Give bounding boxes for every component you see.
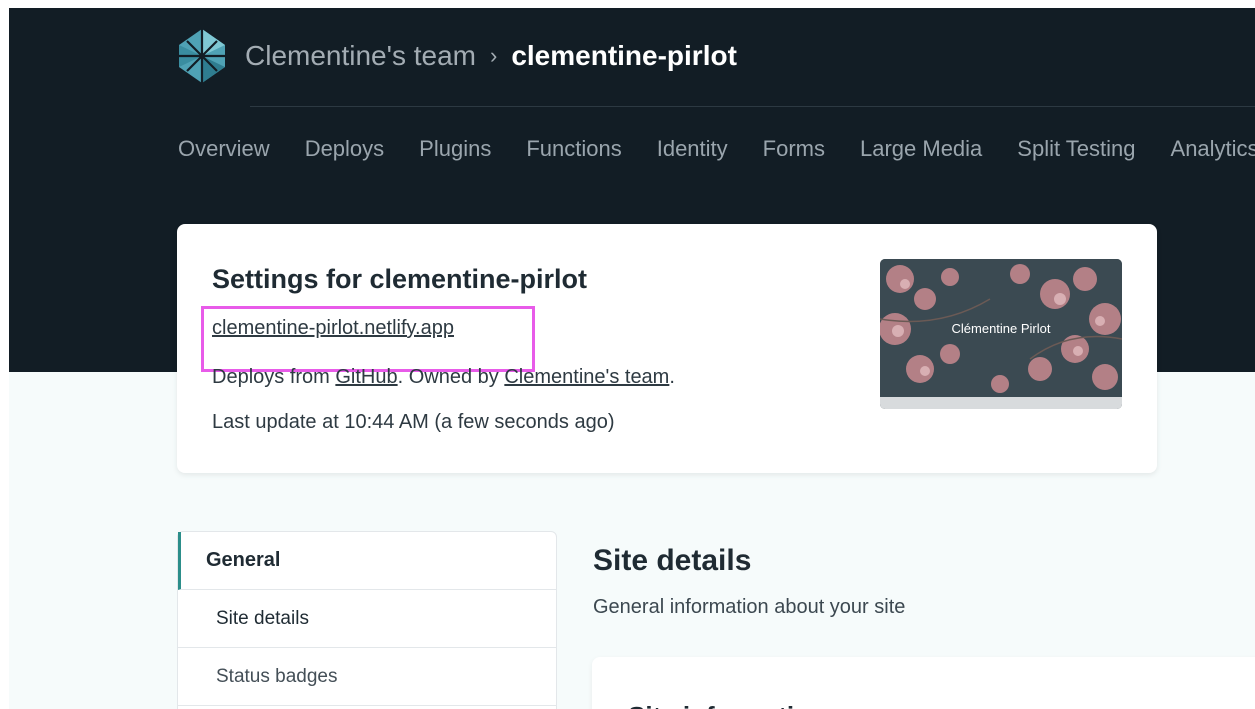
- tab-identity[interactable]: Identity: [657, 136, 728, 162]
- preview-caption: Clémentine Pirlot: [951, 320, 1051, 336]
- preview-bottom-bar: [880, 397, 1122, 409]
- owned-prefix: . Owned by: [397, 366, 505, 388]
- tab-analytics[interactable]: Analytics: [1171, 136, 1255, 162]
- github-link[interactable]: GitHub: [335, 366, 397, 388]
- owner-team-link[interactable]: Clementine's team: [504, 366, 669, 388]
- section-subtitle: General information about your site: [593, 596, 906, 618]
- tab-forms[interactable]: Forms: [763, 136, 825, 162]
- tab-deploys[interactable]: Deploys: [305, 136, 384, 162]
- site-preview-thumbnail[interactable]: Clémentine Pirlot: [880, 259, 1122, 409]
- tab-plugins[interactable]: Plugins: [419, 136, 491, 162]
- site-name-link[interactable]: clementine-pirlot: [511, 40, 737, 72]
- page-title: Settings for clementine-pirlot: [212, 264, 588, 294]
- site-information-title: Site information: [628, 701, 826, 709]
- breadcrumb: Clementine's team › clementine-pirlot: [177, 24, 737, 88]
- header-divider: [250, 106, 1255, 107]
- chevron-right-icon: ›: [490, 43, 498, 68]
- site-url-link[interactable]: clementine-pirlot.netlify.app: [212, 317, 454, 340]
- site-information-card: Site information: [592, 657, 1255, 709]
- site-settings-card: Settings for clementine-pirlot clementin…: [177, 224, 1157, 473]
- team-link[interactable]: Clementine's team: [245, 40, 476, 72]
- tab-functions[interactable]: Functions: [526, 136, 621, 162]
- tab-large-media[interactable]: Large Media: [860, 136, 982, 162]
- sidebar-item-status-badges[interactable]: Status badges: [178, 648, 556, 706]
- settings-sidebar: General Site details Status badges: [177, 531, 557, 709]
- sidebar-item-general[interactable]: General: [178, 532, 556, 590]
- app-frame: Clementine's team › clementine-pirlot Ov…: [9, 8, 1255, 709]
- sidebar-item-site-details[interactable]: Site details: [178, 590, 556, 648]
- deploy-info: Deploys from GitHub. Owned by Clementine…: [212, 366, 675, 389]
- deploys-prefix: Deploys from: [212, 366, 336, 388]
- section-title: Site details: [593, 544, 752, 577]
- tab-overview[interactable]: Overview: [178, 136, 270, 162]
- last-update-text: Last update at 10:44 AM (a few seconds a…: [212, 411, 615, 433]
- site-nav: Overview Deploys Plugins Functions Ident…: [178, 136, 1255, 162]
- owned-suffix: .: [669, 366, 675, 388]
- tab-split-testing[interactable]: Split Testing: [1017, 136, 1135, 162]
- netlify-logo-icon[interactable]: [177, 27, 227, 85]
